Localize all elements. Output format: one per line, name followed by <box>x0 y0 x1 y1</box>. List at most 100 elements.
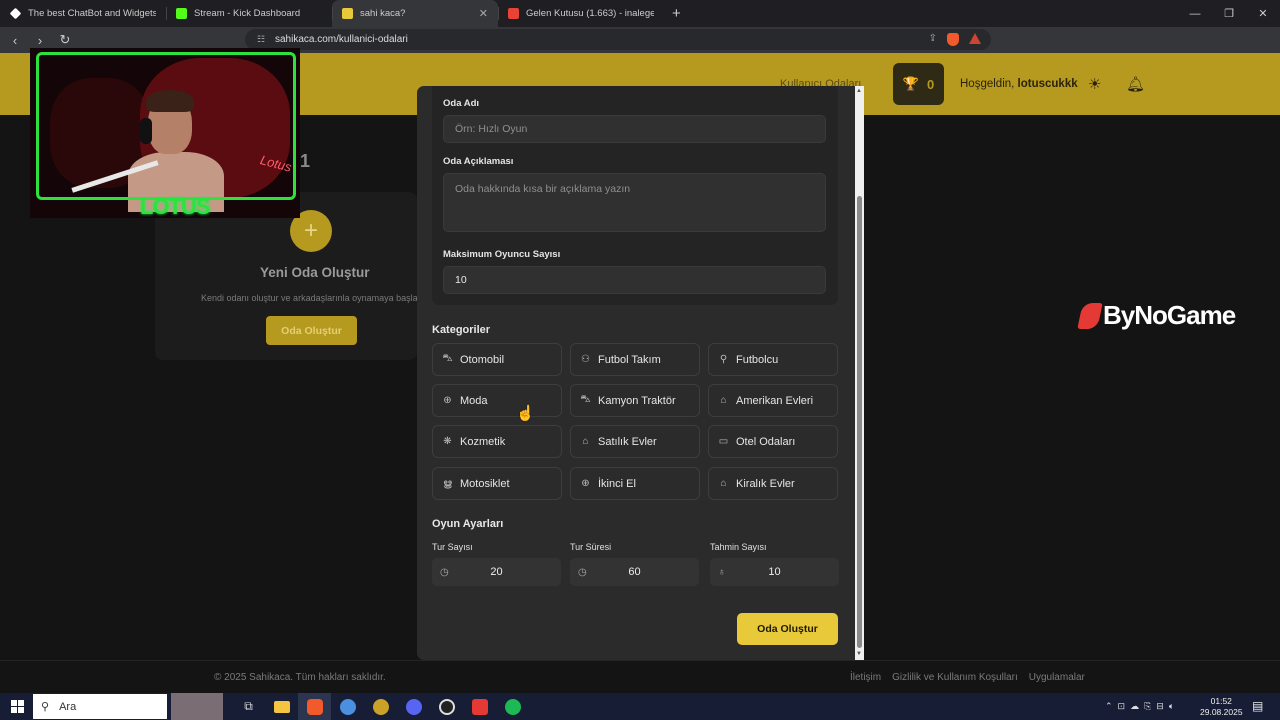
category-satilik-evler[interactable]: ⌂ Satılık Evler <box>570 425 700 458</box>
clock-time: 01:52 <box>1210 696 1232 706</box>
webcam-overlay: Lotus LOTUS <box>30 48 300 218</box>
create-room-modal: Oda Adı Örn: Hızlı Oyun Oda Açıklaması O… <box>417 86 864 660</box>
room-desc-label: Oda Açıklaması <box>443 156 514 167</box>
scroll-thumb[interactable] <box>857 196 862 648</box>
search-highlight-image[interactable] <box>171 693 223 720</box>
site-footer: © 2025 Sahikaca. Tüm hakları saklıdır. İ… <box>0 660 1280 693</box>
footer-links: İletişim Gizlilik ve Kullanım Koşulları … <box>850 672 1085 683</box>
new-room-description: Kendi odanı oluştur ve arkadaşlarınla oy… <box>201 293 417 303</box>
spotify-icon[interactable] <box>496 693 529 720</box>
share-icon[interactable]: ⇪ <box>929 33 937 46</box>
app-icon-blue[interactable] <box>331 693 364 720</box>
category-motosiklet[interactable]: ൠ Motosiklet <box>432 467 562 500</box>
background-create-room-button[interactable]: Oda Oluştur <box>266 316 357 345</box>
category-label: Kozmetik <box>460 435 506 448</box>
windows-taskbar: ⚲ Ara ⧉ ⌃ ⊡ ☁ ⎘ ⊟ 🔈︎ 01:52 29.08.2025 ▤ <box>0 693 1280 720</box>
close-tab-icon[interactable]: ✕ <box>479 7 488 20</box>
tray-app-icon[interactable]: ⊡ <box>1118 701 1126 712</box>
clock-icon: ◷ <box>578 566 587 578</box>
create-room-button[interactable]: Oda Oluştur <box>737 613 838 645</box>
windows-start-icon[interactable] <box>11 700 24 713</box>
bell-icon[interactable]: 🔔︎ <box>1126 75 1145 93</box>
category-kiralik-evler[interactable]: ⌂ Kiralık Evler <box>708 467 838 500</box>
diamond-icon <box>9 7 22 20</box>
forward-icon[interactable]: › <box>30 33 50 48</box>
hand-cursor-icon: ☝ <box>516 405 535 422</box>
category-otomobil[interactable]: ⛍ Otomobil <box>432 343 562 376</box>
omnibox-actions: ⇪ <box>929 33 981 46</box>
file-explorer-icon[interactable] <box>265 693 298 720</box>
category-label: Kiralık Evler <box>736 477 795 490</box>
address-bar[interactable]: ☷ sahikaca.com/kullanici-odalari ⇪ <box>245 29 991 50</box>
round-time-label: Tur Süresi <box>570 542 612 552</box>
room-desc-textarea[interactable]: Oda hakkında kısa bir açıklama yazın <box>443 173 826 232</box>
network-icon[interactable]: ⊟ <box>1156 701 1164 712</box>
category-label: Motosiklet <box>460 477 510 490</box>
category-label: Kamyon Traktör <box>598 394 676 407</box>
scroll-down-icon[interactable]: ▼ <box>856 651 862 657</box>
back-icon[interactable]: ‹ <box>5 33 25 48</box>
round-time-input[interactable]: ◷ 60 <box>570 558 699 586</box>
category-ikinci-el[interactable]: ⊕ İkinci El <box>570 467 700 500</box>
question-icon <box>342 8 353 19</box>
category-amerikan-evleri[interactable]: ⌂ Amerikan Evleri <box>708 384 838 417</box>
trophy-counter[interactable]: 🏆 0 <box>893 63 944 105</box>
task-view-icon[interactable]: ⧉ <box>232 693 265 720</box>
scroll-up-icon[interactable]: ▲ <box>856 88 862 94</box>
guess-count-input[interactable]: ♁ 10 <box>710 558 839 586</box>
taskbar-clock[interactable]: 01:52 29.08.2025 <box>1200 696 1243 718</box>
max-players-input[interactable]: 10 <box>443 266 826 294</box>
round-count-input[interactable]: ◷ 20 <box>432 558 561 586</box>
discord-icon[interactable] <box>397 693 430 720</box>
browser-tab-3[interactable]: Gelen Kutusu (1.663) - inalege1@gm <box>498 0 664 27</box>
brave-shield-icon[interactable] <box>947 33 959 46</box>
modal-scrollbar[interactable]: ▲ ▼ <box>855 86 864 660</box>
category-kamyon-traktor[interactable]: ⛍ Kamyon Traktör <box>570 384 700 417</box>
round-count-label: Tur Sayısı <box>432 542 473 552</box>
truck-icon: ⛍ <box>580 394 591 405</box>
category-label: Moda <box>460 394 488 407</box>
guess-count-label: Tahmin Sayısı <box>710 542 767 552</box>
clock-date: 29.08.2025 <box>1200 707 1243 717</box>
bike-icon: ൠ <box>443 478 452 489</box>
category-otel-odalari[interactable]: ▭ Otel Odaları <box>708 425 838 458</box>
category-moda[interactable]: ⊕ Moda <box>432 384 562 417</box>
reload-icon[interactable]: ↻ <box>55 32 75 48</box>
tray-expand-icon[interactable]: ⌃ <box>1105 701 1113 712</box>
app-icon-gold[interactable] <box>364 693 397 720</box>
house-icon: ⌂ <box>720 478 727 489</box>
restore-icon[interactable]: ❐ <box>1212 0 1246 27</box>
room-name-input[interactable]: Örn: Hızlı Oyun <box>443 115 826 143</box>
theme-toggle-icon[interactable]: ☀ <box>1088 75 1101 93</box>
category-kozmetik[interactable]: ❋ Kozmetik <box>432 425 562 458</box>
site-settings-icon[interactable]: ☷ <box>257 34 265 45</box>
onedrive-icon[interactable]: ☁ <box>1130 701 1139 712</box>
brave-browser-icon[interactable] <box>298 693 331 720</box>
notification-icon[interactable]: ▤ <box>1252 699 1263 713</box>
house-icon: ⌂ <box>720 395 727 406</box>
clock-icon: ◷ <box>440 566 449 578</box>
bynogame-mark-icon <box>1077 302 1103 329</box>
obs-icon[interactable] <box>430 693 463 720</box>
round-count-value: 20 <box>490 566 503 578</box>
browser-tab-2[interactable]: sahi kaca? ✕ <box>332 0 498 27</box>
footer-link-privacy[interactable]: Gizlilik ve Kullanım Koşulları <box>892 672 1018 683</box>
new-tab-icon[interactable]: + <box>664 5 689 22</box>
browser-tab-1[interactable]: Stream - Kick Dashboard <box>166 0 332 27</box>
category-futbolcu[interactable]: ⚲ Futbolcu <box>708 343 838 376</box>
category-futbol-takim[interactable]: ⚇ Futbol Takım <box>570 343 700 376</box>
minimize-icon[interactable]: — <box>1178 0 1212 27</box>
footer-link-contact[interactable]: İletişim <box>850 672 881 683</box>
usb-icon[interactable]: ⎘ <box>1144 701 1151 712</box>
brave-rewards-icon[interactable] <box>969 33 981 44</box>
category-label: İkinci El <box>598 477 636 490</box>
volume-icon[interactable]: 🔈︎ <box>1169 701 1174 712</box>
game-settings-title: Oyun Ayarları <box>432 518 504 530</box>
footer-link-apps[interactable]: Uygulamalar <box>1029 672 1085 683</box>
browser-tab-0[interactable]: The best ChatBot and Widgets for Kic <box>0 0 166 27</box>
close-window-icon[interactable]: ✕ <box>1246 0 1280 27</box>
new-room-title: Yeni Oda Oluştur <box>260 265 370 280</box>
browser-tab-bar: The best ChatBot and Widgets for Kic Str… <box>0 0 1280 27</box>
app-icon-red[interactable] <box>463 693 496 720</box>
taskbar-search[interactable]: ⚲ Ara <box>33 694 167 719</box>
